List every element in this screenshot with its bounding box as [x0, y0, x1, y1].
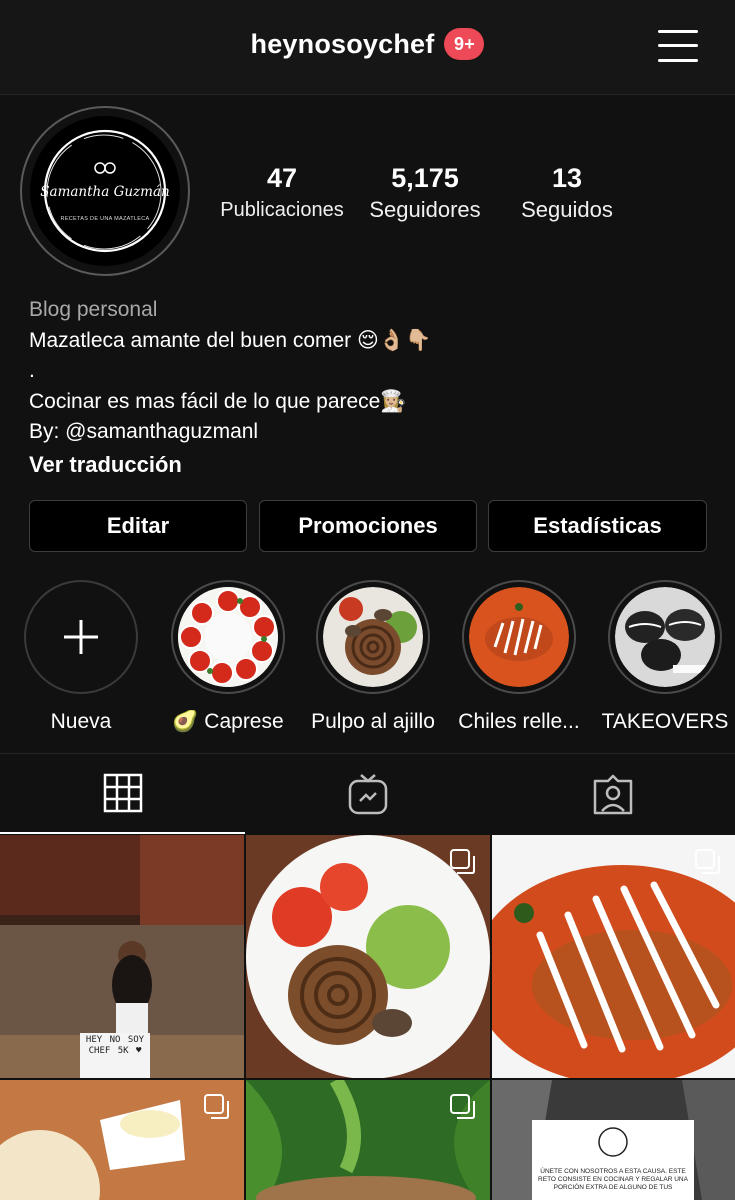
followers-count: 5,175	[391, 163, 459, 193]
username[interactable]: heynosoychef	[251, 29, 435, 60]
bio-line-3: Cocinar es mas fácil de lo que parece👩🏼‍…	[29, 389, 407, 413]
profile-avatar[interactable]: Samantha Guzmán RECETAS DE UNA MAZATLECA	[20, 106, 190, 276]
logo-text: Samantha Guzmán	[40, 184, 170, 200]
bio-category: Blog personal	[29, 298, 158, 321]
bio-line-2: .	[29, 359, 35, 382]
logo-subtitle: RECETAS DE UNA MAZATLECA	[60, 216, 150, 222]
post-thumbnail[interactable]: HEY NO SOY CHEF 5K ♥	[0, 835, 244, 1078]
profile-bio: Blog personal Mazatleca amante del buen …	[29, 295, 719, 480]
posts-label: Publicaciones	[220, 199, 344, 221]
plus-icon	[64, 620, 98, 654]
followers-label: Seguidores	[369, 197, 481, 222]
highlight-chiles[interactable]: Chiles relle...	[449, 580, 589, 734]
tab-tagged[interactable]	[490, 754, 735, 834]
notification-badge[interactable]: 9+	[444, 28, 485, 60]
highlight-label: Chiles relle...	[458, 710, 580, 733]
following-label: Seguidos	[521, 197, 613, 222]
post-cause-text: ÚNETE CON NOSOTROS A ESTA CAUSA. ESTE RE…	[538, 1168, 688, 1191]
highlight-cover	[178, 587, 278, 687]
highlight-pulpo[interactable]: Pulpo al ajillo	[303, 580, 443, 734]
highlight-cover	[323, 587, 423, 687]
multiple-photos-icon	[695, 849, 720, 874]
highlight-new[interactable]: Nueva	[11, 580, 151, 734]
translate-link[interactable]: Ver traducción	[29, 450, 719, 481]
post-thumbnail[interactable]	[246, 1080, 490, 1200]
following-count: 13	[551, 163, 583, 193]
igtv-icon	[348, 774, 387, 815]
stat-followers[interactable]: 5,175 Seguidores	[355, 160, 495, 224]
stat-following[interactable]: 13 Seguidos	[497, 160, 637, 224]
post-thumbnail[interactable]	[246, 835, 490, 1078]
post-thumbnail[interactable]	[0, 1080, 244, 1200]
grid-icon	[103, 773, 142, 813]
new-highlight-circle[interactable]	[24, 580, 138, 694]
stat-posts[interactable]: 47 Publicaciones	[212, 160, 352, 224]
tab-grid[interactable]	[0, 754, 245, 834]
hamburger-menu-icon[interactable]	[658, 28, 698, 64]
posts-count: 47	[266, 163, 298, 193]
multiple-photos-icon	[204, 1094, 229, 1119]
highlight-cover	[615, 587, 715, 687]
multiple-photos-icon	[450, 849, 475, 874]
post-thumbnail[interactable]	[492, 835, 735, 1078]
tagged-user-icon	[593, 774, 632, 815]
highlight-takeovers[interactable]: TAKEOVERS	[595, 580, 735, 734]
profile-tab-bar	[0, 753, 735, 834]
edit-profile-button[interactable]: Editar	[29, 500, 247, 552]
bio-line-1: Mazatleca amante del buen comer 😌👌🏼👇🏼	[29, 328, 432, 352]
promotions-button[interactable]: Promociones	[259, 500, 477, 552]
tab-igtv[interactable]	[245, 754, 490, 834]
highlight-label: Pulpo al ajillo	[311, 710, 435, 733]
top-bar: heynosoychef 9+	[0, 0, 735, 95]
post-sign-text: HEY NO SOY CHEF 5K ♥	[85, 1035, 145, 1056]
bio-line-4[interactable]: By: @samanthaguzmanl	[29, 417, 719, 448]
username-header: heynosoychef 9+	[0, 28, 735, 60]
highlight-caprese[interactable]: 🥑 Caprese	[158, 580, 298, 734]
insights-button[interactable]: Estadísticas	[488, 500, 707, 552]
avatar-logo: Samantha Guzmán RECETAS DE UNA MAZATLECA	[30, 116, 180, 266]
highlight-label: 🥑 Caprese	[172, 710, 284, 733]
post-thumbnail[interactable]: ÚNETE CON NOSOTROS A ESTA CAUSA. ESTE RE…	[492, 1080, 735, 1200]
multiple-photos-icon	[450, 1094, 475, 1119]
highlight-label: Nueva	[50, 710, 112, 733]
highlight-label: TAKEOVERS	[601, 710, 729, 733]
highlight-cover	[469, 587, 569, 687]
